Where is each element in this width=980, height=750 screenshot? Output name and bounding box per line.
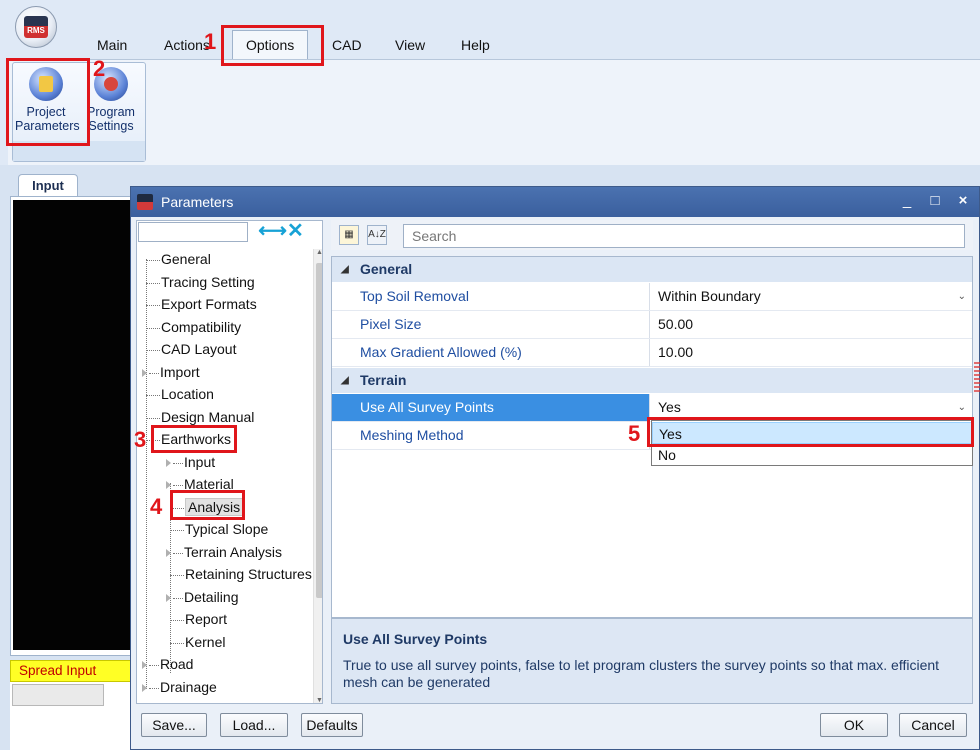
ribbon-panel: Project Parameters Program Settings	[8, 59, 980, 165]
tree-search-input[interactable]	[138, 222, 248, 242]
property-name: Pixel Size	[332, 311, 650, 338]
expand-arrow-icon[interactable]	[142, 369, 147, 378]
parameters-dialog: Parameters _ □ × ⟷✕ ▲ ▼ General Tracing …	[130, 186, 980, 750]
annotation-box-earthworks	[151, 425, 237, 453]
description-title: Use All Survey Points	[343, 631, 488, 647]
tab-cad[interactable]: CAD	[332, 36, 362, 54]
annotation-number-4: 4	[150, 494, 163, 519]
parameters-tree: ⟷✕ ▲ ▼ General Tracing Setting Export Fo…	[136, 220, 323, 704]
program-settings-label-1: Program	[87, 105, 135, 119]
tab-input[interactable]: Input	[18, 174, 78, 198]
property-name: Top Soil Removal	[332, 283, 650, 310]
close-icon[interactable]: ×	[951, 187, 975, 217]
expand-arrow-icon[interactable]	[142, 661, 147, 670]
property-row-top-soil-removal[interactable]: Top Soil Removal Within Boundary ⌄	[332, 283, 972, 311]
tab-view[interactable]: View	[395, 36, 425, 54]
collapse-caret-icon[interactable]: ◢	[341, 257, 349, 282]
tree-clear-icon[interactable]: ⟷✕	[251, 221, 311, 243]
property-row-max-gradient[interactable]: Max Gradient Allowed (%) 10.00	[332, 339, 972, 367]
annotation-box-analysis	[170, 490, 245, 520]
app-logo-button[interactable]: RMS	[15, 6, 57, 48]
spread-input-field[interactable]	[12, 684, 104, 706]
tree-item-import[interactable]: Import	[142, 363, 200, 381]
tab-help[interactable]: Help	[461, 36, 490, 54]
expand-arrow-icon[interactable]	[166, 459, 171, 468]
dialog-titlebar[interactable]: Parameters _ □ ×	[131, 187, 979, 217]
ribbon: RMS Main Actions Options CAD View Help P…	[0, 0, 980, 165]
tree-item-report[interactable]: Report	[170, 610, 227, 628]
property-value-field[interactable]: 50.00	[650, 311, 972, 338]
defaults-button[interactable]: Defaults	[301, 713, 363, 737]
chevron-down-icon[interactable]: ⌄	[958, 283, 966, 310]
property-value-field[interactable]: 10.00	[650, 339, 972, 366]
property-toolbar: ▦ A↓Z Search	[331, 220, 973, 250]
dialog-title: Parameters	[161, 194, 234, 210]
property-row-pixel-size[interactable]: Pixel Size 50.00	[332, 311, 972, 339]
tree-scrollbar[interactable]: ▲ ▼	[313, 249, 322, 703]
expand-arrow-icon[interactable]	[142, 684, 147, 693]
drawing-canvas[interactable]	[13, 200, 138, 650]
property-name: Max Gradient Allowed (%)	[332, 339, 650, 366]
ok-button[interactable]: OK	[820, 713, 888, 737]
property-name: Meshing Method	[332, 422, 650, 449]
scroll-down-icon[interactable]: ▼	[314, 697, 322, 703]
annotation-number-2: 2	[93, 56, 106, 81]
expand-arrow-icon[interactable]	[166, 549, 171, 558]
maximize-icon[interactable]: □	[923, 187, 947, 217]
edge-marker	[974, 362, 980, 394]
category-terrain[interactable]: ◢ Terrain	[332, 368, 972, 393]
category-terrain-label: Terrain	[360, 372, 407, 388]
expand-arrow-icon[interactable]	[166, 481, 171, 490]
tree-item-terrain-analysis[interactable]: Terrain Analysis	[166, 543, 282, 561]
minimize-icon[interactable]: _	[895, 187, 919, 217]
scroll-up-icon[interactable]: ▲	[314, 249, 322, 256]
spread-input-header: Spread Input	[10, 660, 140, 682]
save-button[interactable]: Save...	[141, 713, 207, 737]
tree-item-detailing[interactable]: Detailing	[166, 588, 238, 606]
tree-item-typical-slope[interactable]: Typical Slope	[170, 520, 268, 538]
cancel-button[interactable]: Cancel	[899, 713, 967, 737]
alphabetical-sort-icon[interactable]: A↓Z	[367, 225, 387, 245]
tree-item-input[interactable]: Input	[166, 453, 215, 471]
annotation-number-1: 1	[204, 29, 217, 54]
tree-item-retaining-structures[interactable]: Retaining Structures	[170, 565, 312, 583]
tab-main[interactable]: Main	[97, 36, 127, 54]
annotation-number-5: 5	[628, 421, 641, 446]
app-logo-icon: RMS	[24, 16, 48, 38]
annotation-box-project-parameters	[6, 58, 90, 146]
category-general-label: General	[360, 261, 413, 277]
tree-item-road[interactable]: Road	[142, 655, 193, 673]
categorized-view-icon[interactable]: ▦	[339, 225, 359, 245]
expand-arrow-icon[interactable]	[166, 594, 171, 603]
dropdown-option-no[interactable]: No	[652, 444, 972, 466]
property-search-input[interactable]: Search	[403, 224, 965, 248]
program-settings-label-2: Settings	[88, 119, 134, 133]
property-name: Use All Survey Points	[332, 394, 650, 421]
property-description-panel: Use All Survey Points True to use all su…	[331, 618, 973, 704]
annotation-box-options-tab	[221, 25, 324, 66]
tree-item-cad-layout[interactable]: CAD Layout	[146, 340, 236, 358]
description-text: True to use all survey points, false to …	[343, 657, 940, 690]
tree-item-compatibility[interactable]: Compatibility	[146, 318, 241, 336]
tree-item-design-manual[interactable]: Design Manual	[146, 408, 254, 426]
annotation-number-3: 3	[134, 427, 147, 452]
load-button[interactable]: Load...	[220, 713, 288, 737]
annotation-box-yes-option	[647, 417, 974, 447]
tree-item-export-formats[interactable]: Export Formats	[146, 295, 257, 313]
tree-item-drainage[interactable]: Drainage	[142, 678, 217, 696]
tree-item-tracing-setting[interactable]: Tracing Setting	[146, 273, 255, 291]
tree-item-location[interactable]: Location	[146, 385, 214, 403]
collapse-caret-icon[interactable]: ◢	[341, 368, 349, 393]
tree-item-general[interactable]: General	[146, 250, 211, 268]
tree-item-kernel[interactable]: Kernel	[170, 633, 225, 651]
category-general[interactable]: ◢ General	[332, 257, 972, 282]
property-value-dropdown[interactable]: Within Boundary ⌄	[650, 283, 972, 310]
dialog-logo-icon	[137, 194, 153, 210]
tree-scroll-thumb[interactable]	[316, 263, 322, 598]
